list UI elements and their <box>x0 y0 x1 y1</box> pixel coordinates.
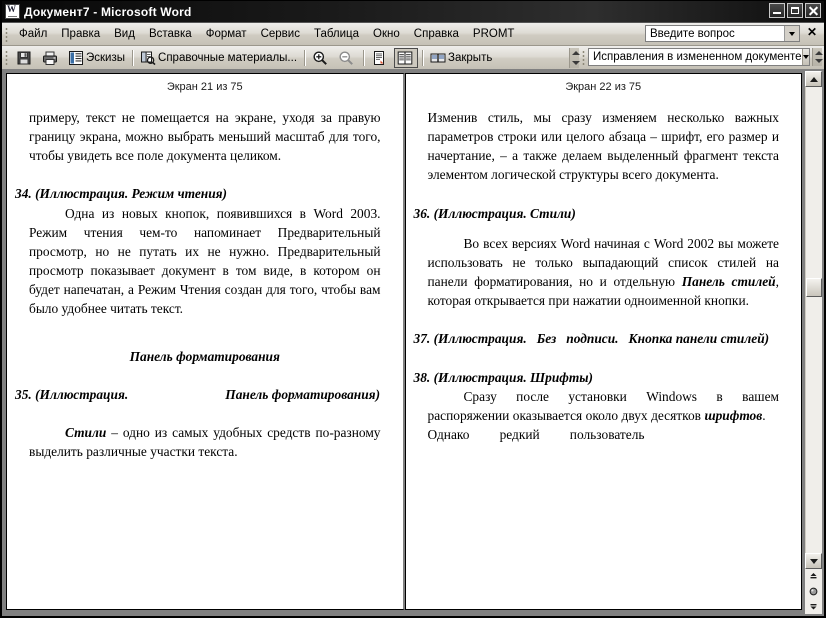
illustration-heading-36: 36. (Иллюстрация. Стили) <box>413 205 576 221</box>
zoom-out-icon <box>338 50 354 66</box>
word-document-icon <box>5 4 20 19</box>
printer-icon <box>42 50 58 66</box>
menu-item-file[interactable]: Файл <box>12 26 54 42</box>
chevron-down-icon[interactable] <box>784 26 799 41</box>
menu-item-edit[interactable]: Правка <box>54 26 107 42</box>
revisions-dropdown[interactable]: Исправления в измененном документе <box>580 48 810 67</box>
maximize-button[interactable] <box>787 3 803 18</box>
toolbar-overflow-button[interactable] <box>569 47 580 68</box>
illustration-heading-34: 34. (Иллюстрация. Режим чтения) <box>15 186 228 202</box>
toolbar-separator <box>363 49 365 66</box>
window-title: Документ7 - Microsoft Word <box>24 4 192 19</box>
title-bar: Документ7 - Microsoft Word <box>2 1 824 23</box>
menu-item-format[interactable]: Формат <box>199 26 254 42</box>
menu-item-insert[interactable]: Вставка <box>142 26 199 42</box>
paragraph-styles: Стили – одно из самых удобных средств по… <box>29 423 381 461</box>
ask-a-question-box[interactable]: Введите вопрос <box>645 25 800 42</box>
close-reading-layout-label: Закрыть <box>448 51 493 64</box>
minimize-button[interactable] <box>769 3 785 18</box>
menu-label: Вставка <box>148 28 192 40</box>
bold-italic-run: шрифтов <box>704 407 763 423</box>
illustration-heading-38: 38. (Иллюстрация. Шрифты) <box>413 369 594 385</box>
paragraph: Изменив стиль, мы сразу изменяем несколь… <box>427 110 780 183</box>
bold-italic-run: Стили <box>65 424 107 440</box>
page-left[interactable]: Экран 21 из 75 примеру, текст не помещае… <box>6 73 405 610</box>
save-button[interactable] <box>13 48 37 68</box>
menu-drag-grip[interactable] <box>5 26 8 42</box>
page-right-screen-counter: Экран 22 из 75 <box>565 81 642 93</box>
floppy-disk-icon <box>16 50 32 66</box>
research-button[interactable]: Справочные материалы... <box>137 48 300 68</box>
revisions-value[interactable]: Исправления в измененном документе <box>589 51 802 63</box>
zoom-out-button[interactable] <box>335 48 359 68</box>
toolbar-separator <box>422 49 424 66</box>
next-page-button[interactable] <box>805 599 822 614</box>
menu-item-window[interactable]: Окно <box>366 26 407 42</box>
menu-item-table[interactable]: Таблица <box>307 26 366 42</box>
page-spread: Экран 21 из 75 примеру, текст не помещае… <box>6 73 802 610</box>
bold-italic-run: Панель стилей <box>681 274 776 290</box>
page-right[interactable]: Экран 22 из 75 Изменив стиль, мы сразу и… <box>404 73 802 610</box>
scrollbar-thumb[interactable] <box>806 278 822 297</box>
word-application-window: Документ7 - Microsoft Word Файл Правка В… <box>0 0 826 618</box>
paragraph-fonts: Сразу после установки Windows в вашем ра… <box>428 387 780 444</box>
menu-item-promt[interactable]: PROMT <box>466 26 522 42</box>
revisions-drag-grip[interactable] <box>580 49 588 67</box>
close-button[interactable] <box>805 3 821 18</box>
thumbnails-button[interactable]: Эскизы <box>65 48 128 68</box>
double-down-arrow-icon <box>810 604 817 610</box>
paragraph-style-panel: Во всех версиях Word начиная с Word 2002… <box>428 234 780 311</box>
menu-label: PROMT <box>472 28 515 40</box>
paragraph: Одна из новых кнопок, появившихся в Word… <box>29 205 381 317</box>
scroll-up-button[interactable] <box>805 71 822 87</box>
scroll-down-button[interactable] <box>805 553 822 569</box>
close-reading-layout-button[interactable]: Закрыть <box>427 48 495 68</box>
reading-layout-document-area: Экран 21 из 75 примеру, текст не помещае… <box>2 69 824 616</box>
page-left-screen-counter: Экран 21 из 75 <box>166 81 243 93</box>
close-icon[interactable]: ✕ <box>806 26 818 39</box>
menu-item-help[interactable]: Справка <box>407 26 466 42</box>
previous-page-button[interactable] <box>805 569 822 584</box>
revisions-toolbar-overflow-button[interactable] <box>812 48 823 66</box>
research-book-magnifier-icon <box>140 50 156 66</box>
actual-page-button[interactable] <box>368 48 392 68</box>
zoom-in-button[interactable] <box>309 48 333 68</box>
thumbnails-icon <box>68 50 84 66</box>
paragraph: примеру, текст не помещается на экране, … <box>29 110 381 164</box>
chevron-down-icon[interactable] <box>801 49 809 65</box>
menu-label: Окно <box>373 28 400 40</box>
section-heading-formatting-panel: Панель форматирования <box>129 348 280 364</box>
illustration-heading-37: 37. (Иллюстрация. Без подписи. Кнопка па… <box>413 331 770 347</box>
menu-label: Справка <box>413 28 459 40</box>
select-browse-object-button[interactable] <box>805 584 822 599</box>
ask-a-question-input[interactable]: Введите вопрос <box>646 28 784 40</box>
toolbar-drag-grip[interactable] <box>5 50 8 65</box>
two-pages-button[interactable] <box>394 47 419 68</box>
scrollbar-track[interactable] <box>805 87 822 553</box>
menu-label: Таблица <box>313 28 360 40</box>
illustration-heading-35: 35. (Иллюстрация. Панель форматирования) <box>15 386 381 402</box>
menu-label: Правка <box>61 28 101 40</box>
single-page-icon <box>371 50 387 66</box>
research-label: Справочные материалы... <box>158 51 298 64</box>
close-book-icon <box>430 50 446 66</box>
double-up-arrow-icon <box>810 573 817 579</box>
thumbnails-label: Эскизы <box>86 51 126 64</box>
menu-label: Формат <box>205 28 247 40</box>
menu-item-view[interactable]: Вид <box>107 26 142 42</box>
menu-label: Сервис <box>260 28 300 40</box>
window-controls <box>769 3 821 18</box>
two-pages-icon <box>397 50 413 66</box>
reading-layout-toolbar: Эскизы Справочные материалы... Закрыть И… <box>2 46 824 70</box>
menu-bar: Файл Правка Вид Вставка Формат Сервис Та… <box>2 23 824 46</box>
print-button[interactable] <box>39 48 63 68</box>
vertical-scrollbar[interactable] <box>805 71 822 614</box>
menu-label: Вид <box>114 28 135 40</box>
menu-item-tools[interactable]: Сервис <box>254 26 307 42</box>
browse-object-circle-icon <box>809 587 818 596</box>
toolbar-separator <box>132 49 134 66</box>
menu-label: Файл <box>19 28 48 40</box>
toolbar-separator <box>304 49 306 66</box>
zoom-in-icon <box>312 50 328 66</box>
